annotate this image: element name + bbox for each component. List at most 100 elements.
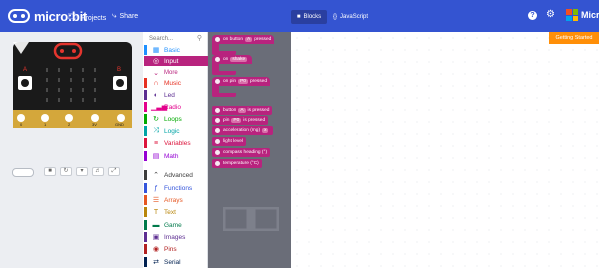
block-target-icon	[215, 79, 220, 84]
category-serial[interactable]: ⇄ Serial	[144, 257, 208, 267]
category-advanced[interactable]: ⌃ Advanced	[144, 170, 208, 180]
category-text[interactable]: T Text	[144, 207, 208, 217]
blocks-workspace[interactable]	[291, 32, 599, 268]
category-images[interactable]: ▣ Images	[144, 232, 208, 242]
block-c-arm	[212, 86, 219, 93]
block-dropdown[interactable]: x	[262, 128, 269, 133]
block-text: on	[223, 57, 229, 62]
category-loops[interactable]: ↻ Loops	[144, 114, 208, 124]
editor-mode-toggle: ■ Blocks {} JavaScript	[291, 10, 373, 24]
category-color-bar	[144, 183, 147, 193]
button-b-label: B	[117, 67, 121, 73]
block-target-icon	[215, 118, 220, 123]
javascript-tab[interactable]: {} JavaScript	[327, 10, 373, 24]
category-label: More	[164, 70, 178, 76]
restart-icon[interactable]: ↻	[60, 167, 72, 176]
toggle-icon: ◐	[153, 91, 159, 99]
block-flyout: on button Apressed on shake on pin P0 pressed b…	[208, 32, 291, 268]
block-dropdown[interactable]: A	[245, 37, 253, 42]
category-music[interactable]: ∩ Music	[144, 78, 208, 88]
block-c-foot	[212, 71, 236, 75]
share-icon: ⤷	[112, 11, 117, 20]
blocks-tab[interactable]: ■ Blocks	[291, 10, 327, 24]
category-arrays[interactable]: ☰ Arrays	[144, 195, 208, 205]
category-label: Music	[164, 79, 181, 87]
input-block[interactable]: compass heading (°)	[212, 148, 271, 157]
simulator-controls: ■ ↻ ▾ ♬ ⤢	[44, 167, 120, 176]
block-dropdown[interactable]: P0	[231, 118, 242, 123]
block-target-icon	[215, 150, 220, 155]
code-braces-icon: {}	[333, 14, 338, 20]
block-text: acceleration (mg)	[223, 128, 261, 133]
input-block[interactable]: temperature (°C)	[212, 159, 262, 168]
category-math[interactable]: ▤ Math	[144, 151, 208, 161]
category-label: Loops	[164, 115, 182, 123]
projects-button[interactable]: 🗁 Projects	[68, 11, 106, 25]
microsoft-logo[interactable]: Microsoft	[566, 9, 599, 21]
category-variables[interactable]: ≡ Variables	[144, 138, 208, 148]
pin-icon: ◉	[152, 246, 160, 253]
fullscreen-icon[interactable]: ⤢	[108, 167, 120, 176]
share-button[interactable]: ⤷ Share	[112, 11, 138, 21]
category-label: Logic	[164, 127, 180, 135]
input-block[interactable]: light level	[212, 137, 246, 146]
category-color-bar	[144, 244, 147, 254]
puzzle-icon: ■	[296, 14, 301, 20]
block-target-icon	[215, 108, 220, 113]
simulator-collapse-button[interactable]	[12, 168, 34, 177]
help-icon[interactable]: ?	[528, 11, 537, 20]
projects-label: Projects	[80, 14, 107, 22]
category-label: Input	[164, 57, 179, 65]
search-placeholder: Search...	[149, 36, 174, 42]
block-text: temperature (°C)	[223, 161, 259, 166]
gear-icon[interactable]: ⚙	[546, 9, 555, 20]
category-label: Serial	[164, 258, 181, 266]
block-dropdown[interactable]: A	[238, 108, 246, 113]
list-icon: ≡	[153, 139, 159, 147]
input-block[interactable]: on pin P0 pressed	[212, 77, 271, 86]
block-text-suffix: pressed	[249, 79, 268, 84]
button-a-label: A	[23, 67, 27, 73]
category-label: Basic	[164, 46, 180, 54]
category-led[interactable]: ◐ Led	[144, 90, 208, 100]
function-icon: ƒ	[154, 184, 158, 192]
block-dropdown[interactable]: shake	[230, 57, 248, 62]
category-radio[interactable]: ▁▃▅ Radio	[144, 102, 208, 112]
category-more[interactable]: ⌄ More	[144, 68, 208, 78]
stop-icon[interactable]: ■	[44, 167, 56, 176]
toolbox-search-input[interactable]: Search... ⚲	[146, 34, 206, 44]
toolbox: Search... ⚲ ▦ Basic ◎ Input ⌄ More ∩ Music ◐ Led ▁…	[143, 32, 208, 268]
folder-icon: 🗁	[68, 12, 78, 21]
microbit-logo-icon	[8, 9, 30, 23]
category-color-bar	[144, 138, 147, 148]
audio-icon[interactable]: ♬	[92, 167, 104, 176]
category-logic[interactable]: ⤨ Logic	[144, 126, 208, 136]
getting-started-button[interactable]: Getting Started	[549, 32, 599, 44]
block-dropdown[interactable]: P0	[238, 79, 248, 84]
target-icon: ◎	[152, 58, 160, 65]
calculator-icon: ▤	[152, 153, 160, 160]
signal-icon: ▁▃▅	[151, 104, 168, 111]
category-game[interactable]: ▬ Game	[144, 220, 208, 230]
shuffle-icon: ⤨	[153, 127, 159, 134]
share-label: Share	[119, 12, 139, 20]
slowmo-icon[interactable]: ▾	[76, 167, 88, 176]
category-pins[interactable]: ◉ Pins	[144, 244, 208, 254]
input-block[interactable]: acceleration (mg) x	[212, 126, 274, 135]
category-label: Arrays	[164, 196, 183, 204]
category-input[interactable]: ◎ Input	[144, 56, 208, 66]
input-block[interactable]: button Ais pressed	[212, 106, 273, 115]
category-color-bar	[144, 232, 147, 242]
text-icon: T	[153, 208, 159, 216]
category-functions[interactable]: ƒ Functions	[144, 183, 208, 193]
input-block[interactable]: on shake	[212, 55, 253, 64]
top-menu-bar: micro:bit 🗁 Projects ⤷ Share ■ Blocks {}…	[0, 0, 599, 32]
input-block[interactable]: on button Apressed	[212, 35, 275, 44]
category-label: Images	[164, 233, 186, 241]
grid-icon: ▦	[152, 47, 160, 54]
block-text-suffix: is pressed	[247, 108, 270, 113]
category-basic[interactable]: ▦ Basic	[144, 45, 208, 55]
input-block[interactable]: pin P0 is pressed	[212, 116, 269, 125]
blocks-label: Blocks	[303, 14, 322, 20]
category-color-bar	[144, 114, 147, 124]
